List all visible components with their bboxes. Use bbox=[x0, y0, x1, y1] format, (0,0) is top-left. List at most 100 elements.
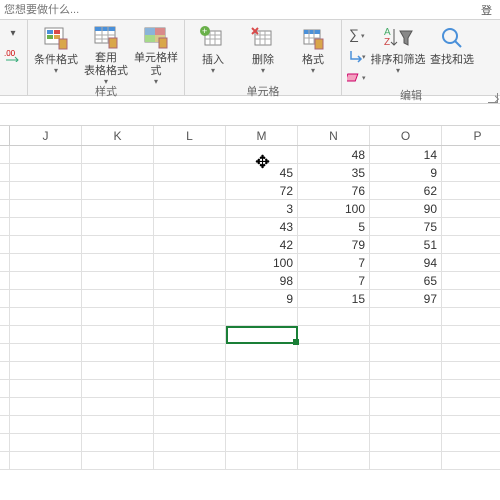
cell[interactable] bbox=[154, 272, 226, 289]
cell[interactable] bbox=[442, 452, 500, 469]
cell[interactable] bbox=[298, 362, 370, 379]
cell[interactable] bbox=[82, 146, 154, 163]
cell[interactable] bbox=[442, 416, 500, 433]
cell[interactable]: 15 bbox=[298, 290, 370, 307]
cell[interactable] bbox=[10, 326, 82, 343]
cell[interactable] bbox=[442, 146, 500, 163]
cell[interactable] bbox=[442, 344, 500, 361]
conditional-formatting-button[interactable]: 条件格式 ▾ bbox=[32, 22, 80, 82]
cell[interactable] bbox=[82, 290, 154, 307]
cell[interactable] bbox=[10, 290, 82, 307]
cell[interactable] bbox=[82, 380, 154, 397]
cell[interactable] bbox=[226, 344, 298, 361]
cell[interactable]: 75 bbox=[370, 218, 442, 235]
cell[interactable] bbox=[10, 182, 82, 199]
cell[interactable] bbox=[10, 452, 82, 469]
column-header[interactable]: L bbox=[154, 126, 226, 145]
autosum-button[interactable]: ∑▾ bbox=[346, 24, 368, 44]
cell[interactable] bbox=[226, 326, 298, 343]
cell[interactable]: 9 bbox=[370, 164, 442, 181]
cell[interactable] bbox=[442, 218, 500, 235]
cell[interactable] bbox=[226, 452, 298, 469]
cell[interactable] bbox=[82, 434, 154, 451]
cell[interactable] bbox=[298, 308, 370, 325]
cell[interactable] bbox=[82, 236, 154, 253]
cell[interactable] bbox=[82, 344, 154, 361]
cell[interactable] bbox=[82, 164, 154, 181]
cell[interactable]: 51 bbox=[370, 236, 442, 253]
cell[interactable] bbox=[154, 182, 226, 199]
cell[interactable] bbox=[298, 326, 370, 343]
cell[interactable] bbox=[226, 380, 298, 397]
cell[interactable] bbox=[10, 272, 82, 289]
cell[interactable]: 9 bbox=[226, 290, 298, 307]
cell[interactable] bbox=[154, 434, 226, 451]
cell[interactable] bbox=[154, 200, 226, 217]
cell[interactable] bbox=[442, 326, 500, 343]
cell[interactable] bbox=[10, 434, 82, 451]
sort-filter-button[interactable]: AZ 排序和筛选 ▾ bbox=[370, 22, 426, 82]
cell[interactable] bbox=[442, 272, 500, 289]
cell[interactable] bbox=[442, 254, 500, 271]
cell[interactable] bbox=[226, 398, 298, 415]
cell[interactable] bbox=[226, 416, 298, 433]
cell[interactable]: 79 bbox=[298, 236, 370, 253]
cell[interactable] bbox=[154, 380, 226, 397]
cell[interactable] bbox=[82, 398, 154, 415]
column-header[interactable]: N bbox=[298, 126, 370, 145]
cell[interactable] bbox=[10, 254, 82, 271]
ribbon-launcher-icon[interactable] bbox=[488, 93, 498, 103]
cell[interactable] bbox=[82, 326, 154, 343]
cell[interactable] bbox=[82, 182, 154, 199]
cell[interactable] bbox=[442, 164, 500, 181]
cell[interactable]: 43 bbox=[226, 218, 298, 235]
cell[interactable] bbox=[82, 308, 154, 325]
cell[interactable]: 5 bbox=[298, 218, 370, 235]
cell[interactable]: 14 bbox=[370, 146, 442, 163]
cell[interactable] bbox=[10, 380, 82, 397]
cell[interactable] bbox=[442, 182, 500, 199]
cell[interactable] bbox=[10, 344, 82, 361]
cell[interactable] bbox=[442, 362, 500, 379]
cell[interactable] bbox=[298, 344, 370, 361]
cell[interactable]: 3 bbox=[226, 200, 298, 217]
cell[interactable] bbox=[226, 362, 298, 379]
cell[interactable] bbox=[154, 146, 226, 163]
cell[interactable] bbox=[154, 236, 226, 253]
cell[interactable] bbox=[370, 362, 442, 379]
cell[interactable] bbox=[298, 416, 370, 433]
cell[interactable] bbox=[82, 416, 154, 433]
fill-button[interactable]: ▾ bbox=[346, 45, 368, 65]
cell[interactable] bbox=[442, 398, 500, 415]
cell[interactable]: 42 bbox=[226, 236, 298, 253]
cell[interactable] bbox=[370, 380, 442, 397]
cell[interactable] bbox=[442, 308, 500, 325]
cell[interactable]: 7 bbox=[298, 272, 370, 289]
cell[interactable] bbox=[370, 344, 442, 361]
cell[interactable] bbox=[370, 308, 442, 325]
clear-button[interactable]: ▾ bbox=[346, 66, 368, 86]
cell[interactable] bbox=[154, 218, 226, 235]
decimal-icon[interactable]: .00 bbox=[2, 46, 24, 64]
login-link[interactable]: 登 bbox=[477, 2, 496, 18]
cell[interactable]: 94 bbox=[370, 254, 442, 271]
column-header[interactable]: O bbox=[370, 126, 442, 145]
format-as-table-button[interactable]: 套用 表格格式 ▾ bbox=[82, 22, 130, 82]
cell[interactable]: 76 bbox=[298, 182, 370, 199]
cell[interactable] bbox=[370, 452, 442, 469]
cell[interactable]: 100 bbox=[298, 200, 370, 217]
column-header[interactable]: K bbox=[82, 126, 154, 145]
cell[interactable] bbox=[10, 146, 82, 163]
cell[interactable] bbox=[154, 416, 226, 433]
cell[interactable] bbox=[10, 200, 82, 217]
cell[interactable] bbox=[442, 200, 500, 217]
cell[interactable] bbox=[10, 236, 82, 253]
cell[interactable] bbox=[298, 398, 370, 415]
cell[interactable] bbox=[154, 344, 226, 361]
cell[interactable]: 65 bbox=[370, 272, 442, 289]
cell[interactable] bbox=[298, 452, 370, 469]
cell[interactable] bbox=[10, 362, 82, 379]
cell[interactable] bbox=[298, 434, 370, 451]
cell[interactable] bbox=[82, 200, 154, 217]
cell[interactable] bbox=[10, 218, 82, 235]
